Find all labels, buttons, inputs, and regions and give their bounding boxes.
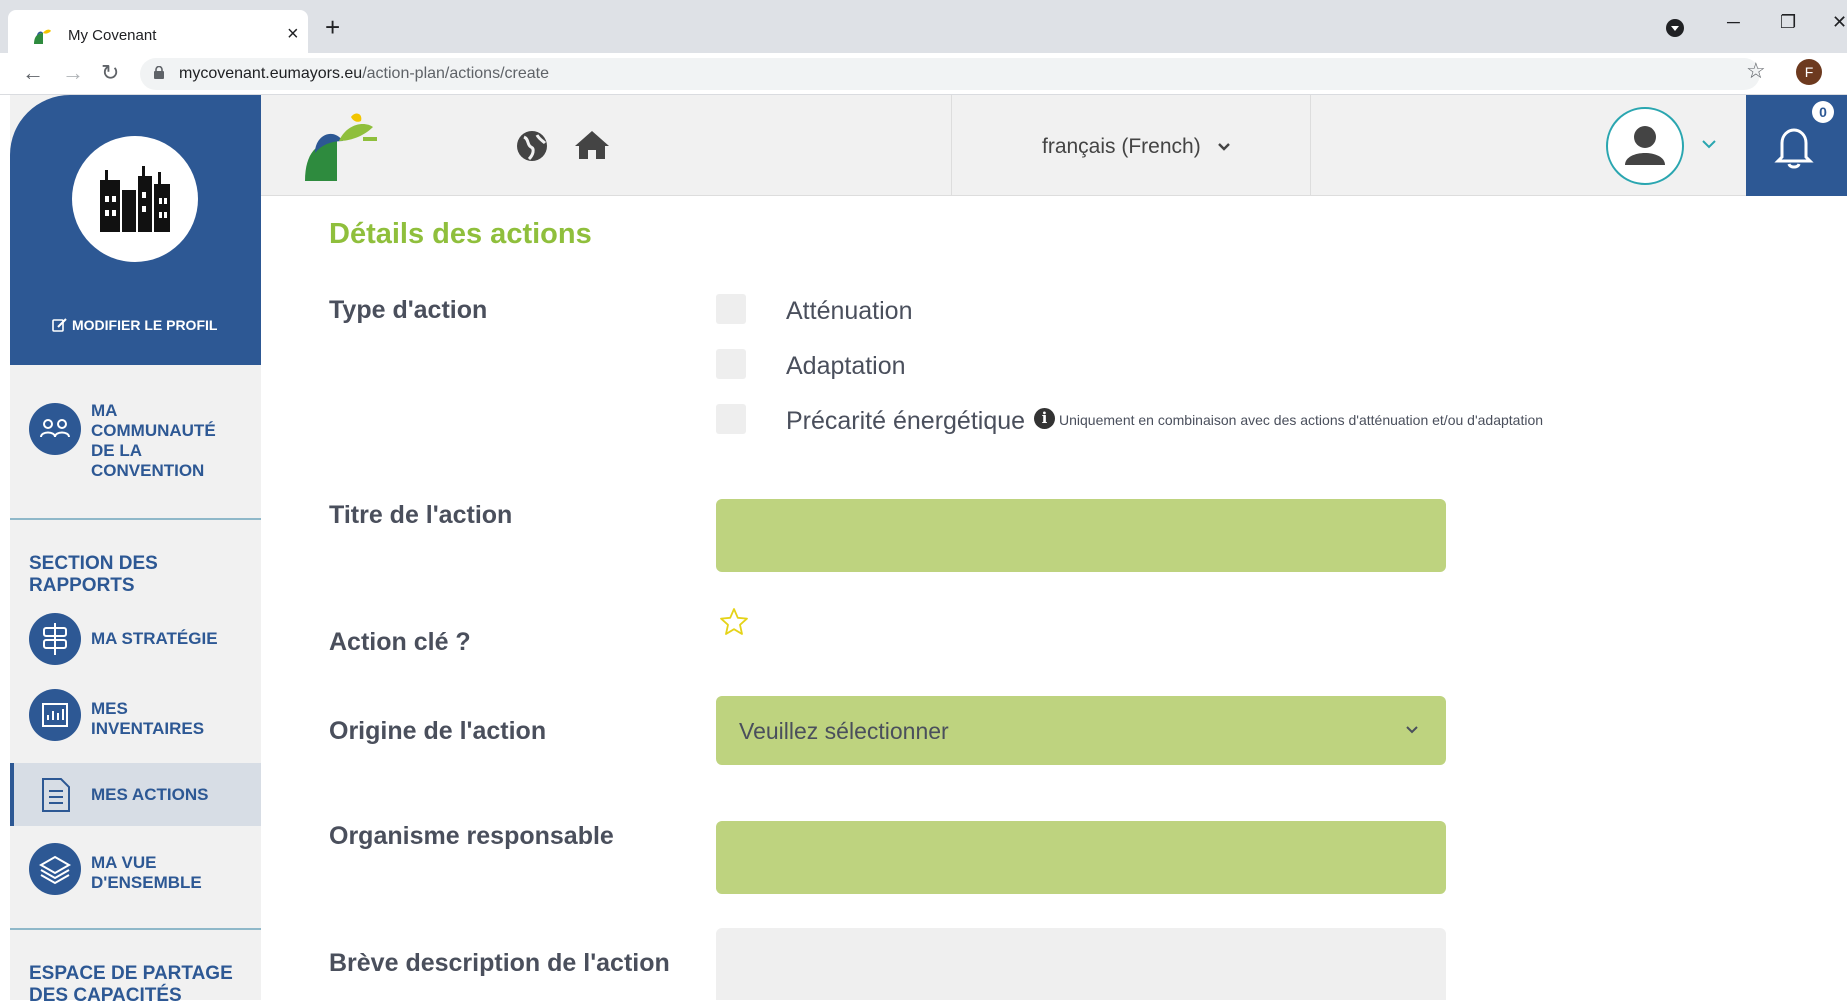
action-type-label: Type d'action bbox=[329, 296, 488, 324]
sidebar-divider bbox=[10, 928, 261, 930]
notification-count-badge: 0 bbox=[1812, 101, 1834, 123]
checkbox-label-adaptation: Adaptation bbox=[786, 352, 906, 380]
origin-select[interactable]: Veuillez sélectionner bbox=[716, 696, 1446, 765]
key-action-label: Action clé ? bbox=[329, 628, 471, 656]
origin-select-value: Veuillez sélectionner bbox=[739, 718, 949, 744]
sidebar-item-community[interactable]: MA COMMUNAUTÉ DE LA CONVENTION bbox=[10, 391, 261, 486]
reports-section-heading: SECTION DES RAPPORTS bbox=[29, 553, 158, 596]
city-avatar bbox=[72, 136, 198, 262]
info-icon[interactable]: i bbox=[1034, 408, 1055, 429]
responsible-body-label: Organisme responsable bbox=[329, 822, 614, 850]
layers-icon bbox=[29, 843, 81, 895]
app-root: MODIFIER LE PROFIL MA COMMUNAUTÉ DE LA C… bbox=[10, 95, 1847, 1006]
forward-button[interactable]: → bbox=[62, 61, 84, 85]
sidebar: MODIFIER LE PROFIL MA COMMUNAUTÉ DE LA C… bbox=[10, 95, 261, 1006]
sidebar-profile-panel: MODIFIER LE PROFIL bbox=[10, 95, 261, 365]
close-tab-icon[interactable]: × bbox=[287, 24, 299, 44]
user-menu-chevron-icon[interactable] bbox=[1701, 139, 1717, 149]
responsible-body-input[interactable] bbox=[716, 821, 1446, 894]
bell-icon bbox=[1774, 128, 1814, 169]
edit-profile-link[interactable]: MODIFIER LE PROFIL bbox=[52, 317, 217, 333]
notifications-button[interactable]: 0 bbox=[1746, 95, 1847, 196]
tab-title: My Covenant bbox=[68, 27, 157, 44]
home-icon[interactable] bbox=[573, 129, 611, 161]
user-avatar[interactable] bbox=[1606, 107, 1684, 185]
checkbox-label-mitigation: Atténuation bbox=[786, 297, 913, 325]
signpost-icon bbox=[29, 613, 81, 665]
checkbox-energy-poverty[interactable] bbox=[716, 404, 746, 434]
browser-profile-avatar[interactable]: F bbox=[1796, 59, 1822, 85]
browser-tab[interactable]: My Covenant × bbox=[8, 10, 308, 53]
language-selector[interactable]: français (French) bbox=[951, 95, 1311, 196]
sidebar-item-actions[interactable]: MES ACTIONS bbox=[10, 763, 261, 826]
browser-tab-bar: My Covenant × + ─ ❐ ✕ bbox=[0, 0, 1847, 53]
restore-button[interactable]: ❐ bbox=[1780, 12, 1796, 32]
action-title-label: Titre de l'action bbox=[329, 501, 513, 529]
url-text: mycovenant.eumayors.eu/action-plan/actio… bbox=[179, 65, 549, 82]
bookmark-star-icon[interactable]: ☆ bbox=[1746, 59, 1766, 83]
action-title-input[interactable] bbox=[716, 499, 1446, 572]
new-tab-button[interactable]: + bbox=[325, 12, 340, 42]
community-icon bbox=[29, 403, 81, 455]
page-title: Détails des actions bbox=[329, 218, 592, 250]
chevron-down-icon bbox=[1218, 143, 1230, 151]
city-buildings-icon bbox=[100, 166, 170, 232]
language-label: français (French) bbox=[1042, 135, 1201, 158]
user-icon bbox=[1625, 126, 1665, 165]
reload-button[interactable]: ↻ bbox=[101, 61, 119, 85]
inventory-chart-icon bbox=[29, 689, 81, 741]
media-control-icon[interactable] bbox=[1664, 17, 1686, 39]
sharing-section-heading: ESPACE DE PARTAGE DES CAPACITÉS bbox=[29, 963, 233, 1006]
covenant-logo[interactable] bbox=[303, 113, 379, 183]
action-form: Détails des actions Type d'action Atténu… bbox=[261, 196, 1847, 1000]
checkbox-label-energy-poverty: Précarité énergétique bbox=[786, 407, 1026, 435]
sidebar-divider bbox=[10, 518, 261, 520]
chevron-down-icon bbox=[1406, 726, 1418, 734]
top-bar: français (French) 0 bbox=[261, 95, 1847, 196]
edit-icon bbox=[52, 318, 67, 332]
covenant-favicon-icon bbox=[34, 29, 51, 44]
close-window-button[interactable]: ✕ bbox=[1832, 12, 1847, 32]
description-label: Brève description de l'action bbox=[329, 949, 670, 977]
address-bar: ← → ↻ mycovenant.eumayors.eu/action-plan… bbox=[0, 53, 1847, 95]
checkbox-mitigation[interactable] bbox=[716, 294, 746, 324]
sidebar-item-overview[interactable]: MA VUE D'ENSEMBLE bbox=[10, 843, 261, 903]
description-textarea[interactable] bbox=[716, 928, 1446, 1000]
omnibox[interactable]: mycovenant.eumayors.eu/action-plan/actio… bbox=[140, 58, 1760, 90]
checkbox-adaptation[interactable] bbox=[716, 349, 746, 379]
document-list-icon bbox=[42, 778, 70, 812]
energy-poverty-hint: Uniquement en combinaison avec des actio… bbox=[1059, 412, 1544, 428]
globe-icon[interactable] bbox=[515, 129, 549, 163]
sidebar-item-strategy[interactable]: MA STRATÉGIE bbox=[10, 613, 261, 673]
sidebar-item-inventories[interactable]: MES INVENTAIRES bbox=[10, 689, 261, 749]
minimize-button[interactable]: ─ bbox=[1727, 12, 1740, 32]
back-button[interactable]: ← bbox=[22, 61, 44, 85]
lock-icon bbox=[154, 66, 164, 79]
origin-label: Origine de l'action bbox=[329, 717, 547, 745]
key-action-star-icon[interactable] bbox=[719, 607, 749, 637]
